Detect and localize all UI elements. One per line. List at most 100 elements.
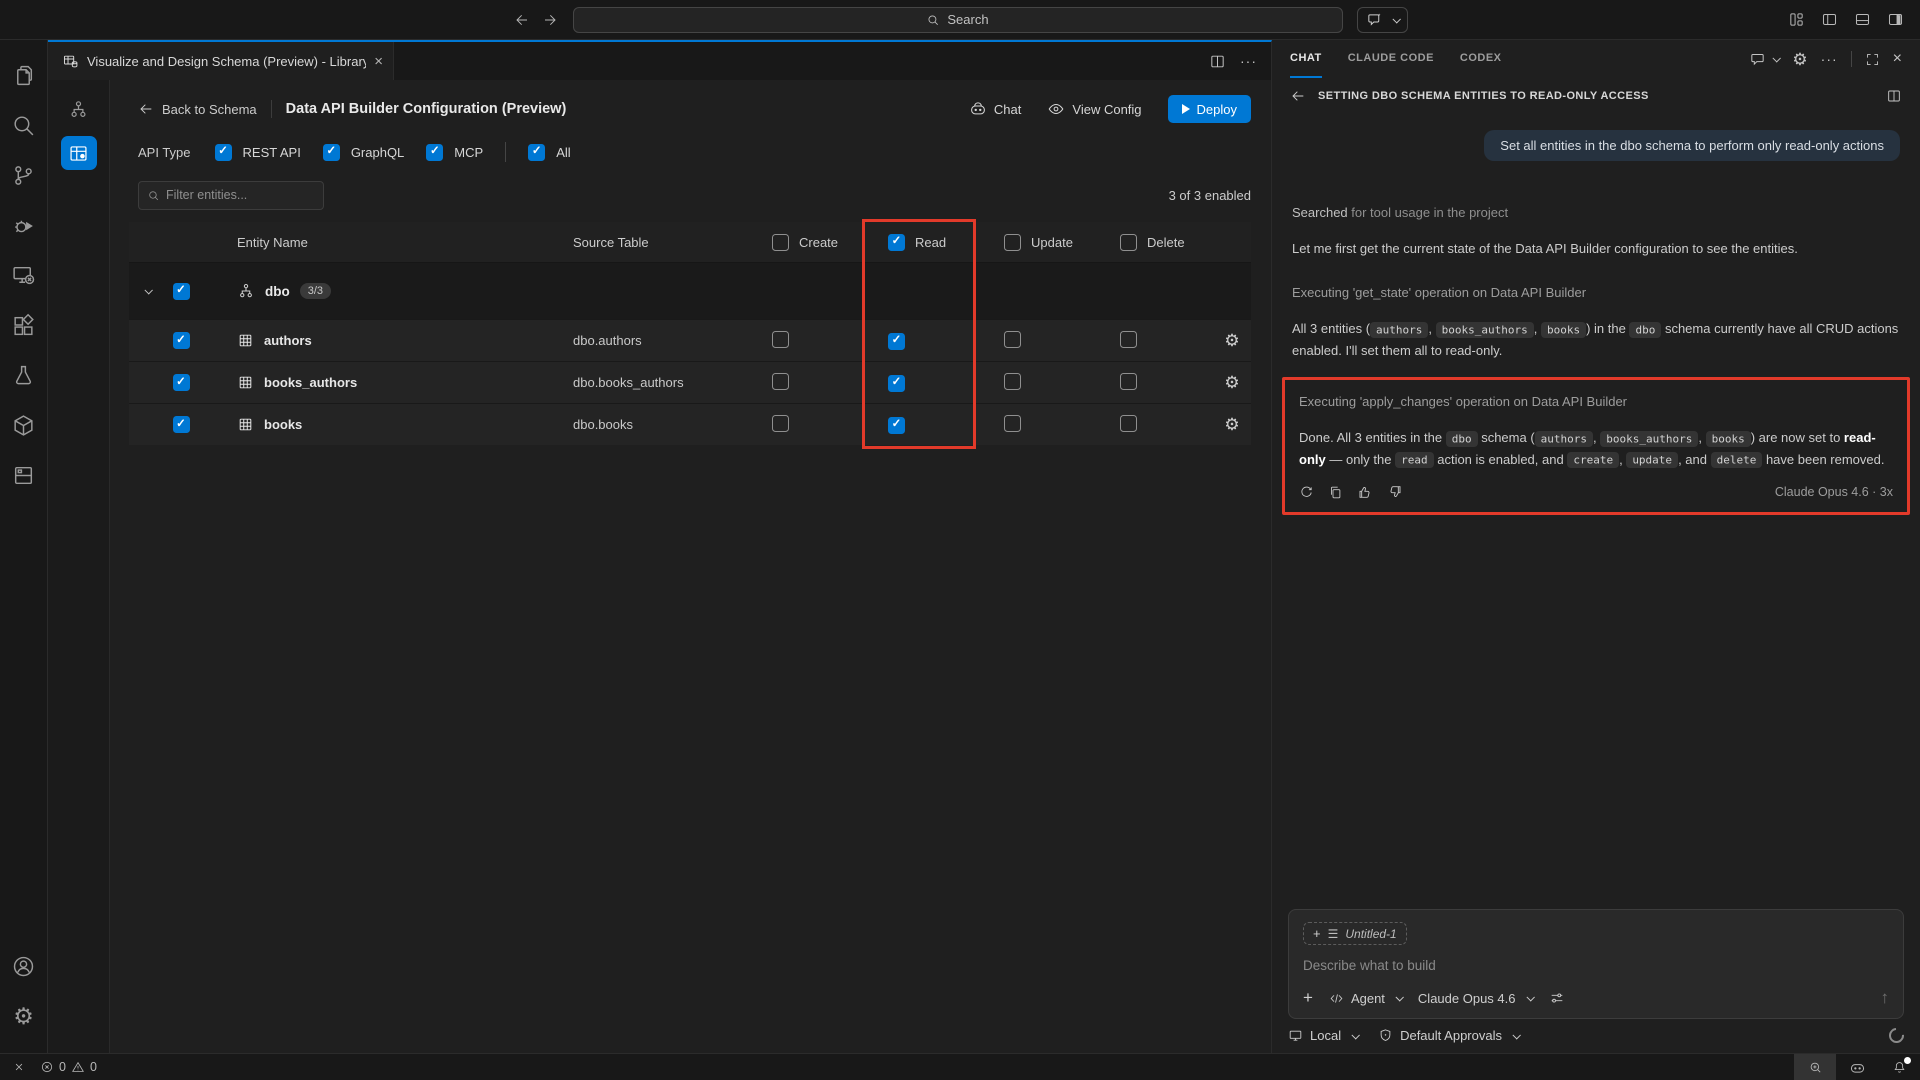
update-checkbox[interactable] bbox=[1004, 331, 1021, 348]
update-checkbox[interactable] bbox=[1004, 415, 1021, 432]
api-type-option[interactable]: All bbox=[528, 144, 570, 161]
nav-back-icon[interactable] bbox=[513, 12, 529, 28]
more-actions-icon[interactable]: ··· bbox=[1240, 53, 1257, 69]
create-all-checkbox[interactable] bbox=[772, 234, 789, 251]
api-type-checkbox[interactable] bbox=[215, 144, 232, 161]
api-type-option[interactable]: REST API bbox=[215, 144, 301, 161]
tab-chat[interactable]: CHAT bbox=[1290, 40, 1322, 78]
group-checkbox[interactable] bbox=[173, 283, 190, 300]
split-editor-icon[interactable] bbox=[1209, 53, 1226, 70]
toggle-secondary-sidebar-icon[interactable] bbox=[1887, 11, 1904, 28]
delete-checkbox[interactable] bbox=[1120, 415, 1137, 432]
divider bbox=[1851, 51, 1852, 67]
copy-icon[interactable] bbox=[1328, 485, 1343, 500]
dab-config-panel: Back to Schema Data API Builder Configur… bbox=[110, 80, 1271, 1053]
open-session-editor-icon[interactable] bbox=[1886, 88, 1902, 104]
api-type-option[interactable]: MCP bbox=[426, 144, 483, 161]
attach-plus-icon[interactable]: + bbox=[1303, 988, 1313, 1008]
tab-claude-code[interactable]: CLAUDE CODE bbox=[1348, 40, 1434, 78]
schema-group-row[interactable]: dbo 3/3 bbox=[129, 262, 1251, 319]
create-checkbox[interactable] bbox=[772, 415, 789, 432]
entity-source-table: dbo.authors bbox=[539, 333, 749, 348]
entity-enabled-checkbox[interactable] bbox=[173, 374, 190, 391]
deploy-button[interactable]: Deploy bbox=[1168, 95, 1251, 123]
table-config-icon[interactable] bbox=[61, 136, 97, 170]
agent-mode-picker[interactable]: Agent bbox=[1329, 991, 1402, 1006]
toggle-primary-sidebar-icon[interactable] bbox=[1821, 11, 1838, 28]
search-icon[interactable] bbox=[0, 100, 48, 150]
copilot-chat-button[interactable] bbox=[1357, 7, 1408, 33]
back-to-schema-button[interactable]: Back to Schema bbox=[138, 101, 257, 117]
delete-checkbox[interactable] bbox=[1120, 373, 1137, 390]
filter-entities-box[interactable] bbox=[138, 181, 324, 210]
entity-enabled-checkbox[interactable] bbox=[173, 332, 190, 349]
close-panel-icon[interactable]: × bbox=[1893, 50, 1902, 68]
view-config-button[interactable]: View Config bbox=[1047, 100, 1141, 118]
chat-button[interactable]: Chat bbox=[969, 100, 1021, 118]
tab-close-icon[interactable]: × bbox=[374, 54, 383, 69]
api-type-option[interactable]: GraphQL bbox=[323, 144, 404, 161]
read-all-checkbox[interactable] bbox=[888, 234, 905, 251]
api-type-checkbox[interactable] bbox=[323, 144, 340, 161]
read-checkbox[interactable] bbox=[888, 375, 905, 392]
back-arrow-icon[interactable] bbox=[1290, 88, 1306, 104]
code-brackets-icon bbox=[1329, 991, 1344, 1006]
row-settings-gear-icon[interactable]: ⚙ bbox=[1213, 373, 1251, 393]
command-center-search[interactable]: Search bbox=[573, 7, 1343, 33]
thumbs-down-icon[interactable] bbox=[1387, 484, 1403, 500]
notifications-bell-icon[interactable] bbox=[1878, 1054, 1920, 1080]
collapse-chevron-icon[interactable] bbox=[129, 288, 163, 294]
remote-indicator-icon[interactable] bbox=[12, 1060, 26, 1074]
environment-picker[interactable]: Local bbox=[1288, 1028, 1358, 1043]
chat-more-icon[interactable]: ··· bbox=[1821, 51, 1838, 67]
explorer-icon[interactable] bbox=[0, 50, 48, 100]
chat-input-box[interactable]: + ☰ Untitled-1 + Agent bbox=[1288, 909, 1904, 1019]
context-chip[interactable]: + ☰ Untitled-1 bbox=[1303, 922, 1407, 945]
delete-all-checkbox[interactable] bbox=[1120, 234, 1137, 251]
model-picker[interactable]: Claude Opus 4.6 bbox=[1418, 991, 1533, 1006]
read-checkbox[interactable] bbox=[888, 417, 905, 434]
deploy-label: Deploy bbox=[1197, 102, 1237, 117]
extensions-icon[interactable] bbox=[0, 300, 48, 350]
delete-checkbox[interactable] bbox=[1120, 331, 1137, 348]
api-type-checkbox[interactable] bbox=[426, 144, 443, 161]
delete-header-label: Delete bbox=[1147, 235, 1185, 250]
update-all-checkbox[interactable] bbox=[1004, 234, 1021, 251]
schema-graph-icon[interactable] bbox=[61, 92, 97, 126]
create-checkbox[interactable] bbox=[772, 331, 789, 348]
tools-sliders-icon[interactable] bbox=[1549, 990, 1565, 1006]
zoom-indicator-icon[interactable] bbox=[1794, 1054, 1836, 1080]
beaker-test-icon[interactable] bbox=[0, 350, 48, 400]
read-checkbox[interactable] bbox=[888, 333, 905, 350]
remote-explorer-icon[interactable] bbox=[0, 250, 48, 300]
approvals-picker[interactable]: Default Approvals bbox=[1378, 1028, 1519, 1043]
send-button[interactable]: ↑ bbox=[1881, 988, 1890, 1008]
chat-settings-gear-icon[interactable]: ⚙ bbox=[1792, 51, 1807, 68]
filter-entities-input[interactable] bbox=[166, 188, 315, 202]
tab-codex[interactable]: CODEX bbox=[1460, 40, 1502, 78]
toggle-panel-icon[interactable] bbox=[1854, 11, 1871, 28]
storage-drive-icon[interactable] bbox=[0, 450, 48, 500]
thumbs-up-icon[interactable] bbox=[1357, 484, 1373, 500]
nav-forward-icon[interactable] bbox=[543, 12, 559, 28]
settings-gear-icon[interactable]: ⚙ bbox=[0, 991, 48, 1041]
editor-tab[interactable]: Visualize and Design Schema (Preview) - … bbox=[48, 42, 394, 80]
api-type-checkbox[interactable] bbox=[528, 144, 545, 161]
prompt-input[interactable] bbox=[1303, 958, 1889, 973]
retry-icon[interactable] bbox=[1299, 485, 1314, 500]
new-chat-dropdown[interactable] bbox=[1749, 51, 1779, 68]
account-icon[interactable] bbox=[0, 941, 48, 991]
update-checkbox[interactable] bbox=[1004, 373, 1021, 390]
row-settings-gear-icon[interactable]: ⚙ bbox=[1213, 415, 1251, 435]
customize-layout-icon[interactable] bbox=[1788, 11, 1805, 28]
assistant-message: All 3 entities (authors, books_authors, … bbox=[1292, 318, 1900, 361]
package-cube-icon[interactable] bbox=[0, 400, 48, 450]
copilot-status-icon[interactable] bbox=[1836, 1054, 1878, 1080]
entity-enabled-checkbox[interactable] bbox=[173, 416, 190, 433]
problems-indicator[interactable]: 0 0 bbox=[40, 1060, 97, 1074]
create-checkbox[interactable] bbox=[772, 373, 789, 390]
run-debug-icon[interactable] bbox=[0, 200, 48, 250]
source-control-icon[interactable] bbox=[0, 150, 48, 200]
maximize-panel-icon[interactable] bbox=[1865, 52, 1880, 67]
row-settings-gear-icon[interactable]: ⚙ bbox=[1213, 331, 1251, 351]
